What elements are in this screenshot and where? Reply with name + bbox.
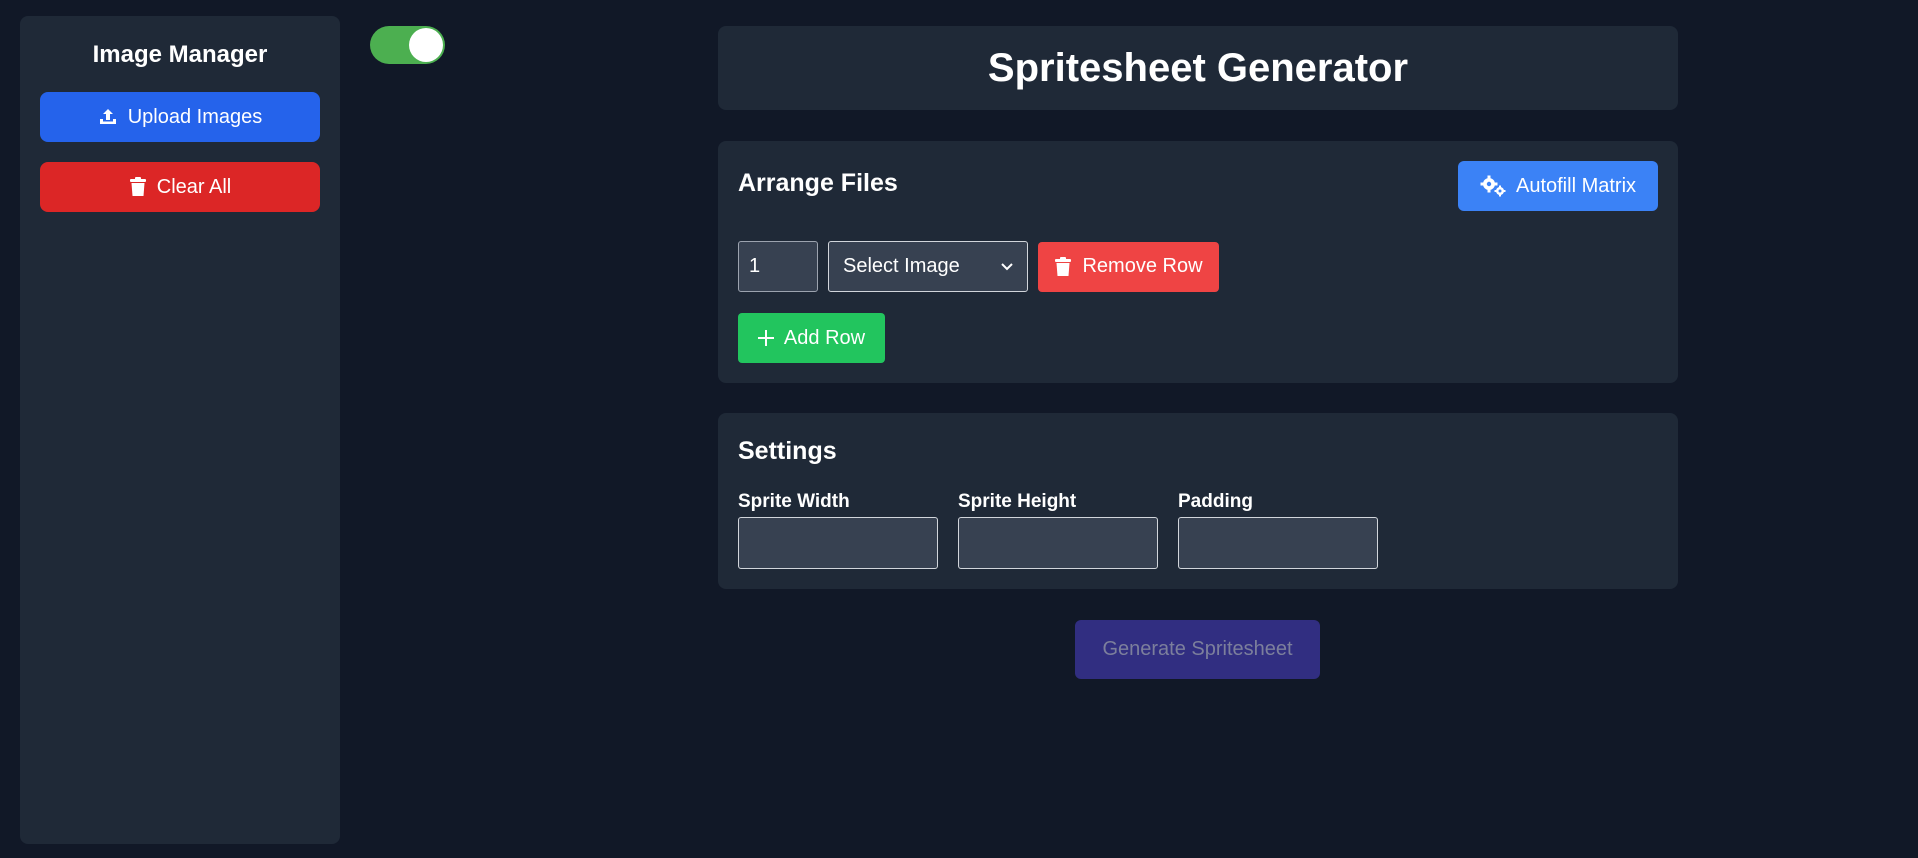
trash-icon [129, 177, 147, 197]
row-index-input[interactable] [738, 241, 818, 292]
settings-panel: Settings Sprite Width Sprite Height Padd… [718, 413, 1678, 589]
arrange-files-panel: Arrange Files Autofill Matrix Select Ima… [718, 141, 1678, 383]
padding-input[interactable] [1178, 517, 1378, 569]
upload-images-label: Upload Images [127, 105, 263, 128]
padding-field: Padding [1178, 491, 1378, 569]
clear-all-button[interactable]: Clear All [40, 162, 320, 212]
clear-all-label: Clear All [156, 175, 232, 198]
page-title: Spritesheet Generator [987, 45, 1409, 90]
remove-row-label: Remove Row [1082, 255, 1203, 277]
upload-icon [98, 107, 118, 127]
image-manager-sidebar: Image Manager Upload Images Clear All [20, 16, 340, 844]
add-row-label: Add Row [783, 326, 866, 349]
gears-icon [1480, 175, 1506, 197]
sprite-height-label: Sprite Height [958, 491, 1077, 512]
plus-icon [757, 330, 774, 346]
autofill-matrix-label: Autofill Matrix [1515, 174, 1637, 197]
sprite-width-input[interactable] [738, 517, 938, 569]
remove-row-button[interactable]: Remove Row [1038, 241, 1219, 292]
sprite-width-field: Sprite Width [738, 491, 938, 569]
theme-toggle[interactable] [370, 26, 445, 64]
select-image-dropdown[interactable]: Select Image [828, 241, 1028, 292]
trash-icon [1054, 256, 1072, 277]
sprite-width-label: Sprite Width [738, 491, 850, 512]
sprite-height-field: Sprite Height [958, 491, 1158, 569]
settings-title: Settings [738, 437, 837, 465]
chevron-down-icon [1001, 262, 1013, 271]
sprite-height-input[interactable] [958, 517, 1158, 569]
file-row: Select Image Remove Row [738, 241, 1219, 292]
sidebar-title: Image Manager [92, 41, 268, 68]
upload-images-button[interactable]: Upload Images [40, 92, 320, 142]
header-panel: Spritesheet Generator [718, 26, 1678, 110]
add-row-button[interactable]: Add Row [738, 313, 885, 363]
padding-label: Padding [1178, 491, 1253, 512]
generate-spritesheet-button[interactable]: Generate Spritesheet [1075, 620, 1320, 679]
settings-fields: Sprite Width Sprite Height Padding [738, 491, 1378, 569]
toggle-knob [409, 28, 443, 62]
autofill-matrix-button[interactable]: Autofill Matrix [1458, 161, 1658, 211]
select-image-value: Select Image [843, 255, 960, 277]
